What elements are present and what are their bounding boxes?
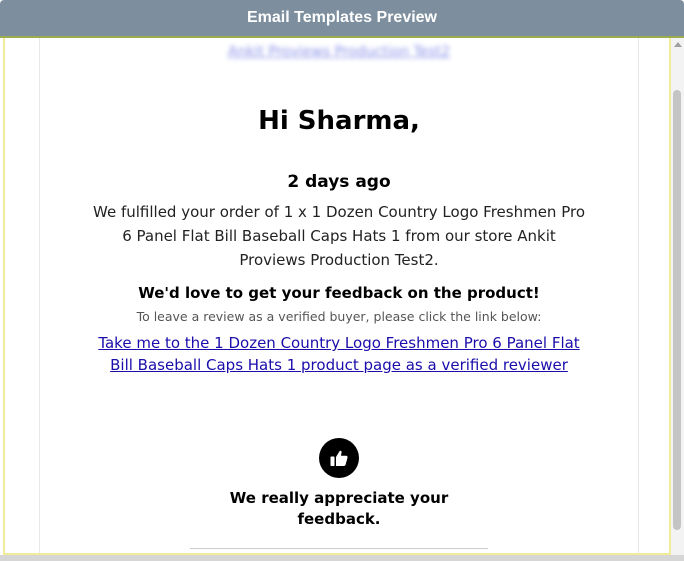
thumbs-up-glyph bbox=[330, 450, 348, 466]
email-body-column: Ankit Proviews Production Test2 Hi Sharm… bbox=[39, 38, 639, 553]
appreciation-message: We really appreciate your feedback. bbox=[229, 489, 449, 528]
review-instruction: To leave a review as a verified buyer, p… bbox=[136, 309, 542, 324]
product-review-link[interactable]: Take me to the 1 Dozen Country Logo Fres… bbox=[90, 332, 588, 376]
email-preview-viewport: Ankit Proviews Production Test2 Hi Sharm… bbox=[3, 38, 671, 555]
window-title: Email Templates Preview bbox=[0, 0, 684, 38]
order-message: We fulfilled your order of 1 x 1 Dozen C… bbox=[93, 203, 585, 269]
email-preview-window: Email Templates Preview Ankit Proviews P… bbox=[0, 0, 684, 561]
vertical-scrollbar[interactable] bbox=[671, 38, 684, 555]
scrollbar-thumb[interactable] bbox=[673, 90, 681, 530]
window-bottom-edge bbox=[0, 555, 684, 561]
time-ago-label: 2 days ago bbox=[287, 172, 391, 192]
scroll-up-arrow-icon[interactable] bbox=[674, 42, 682, 47]
greeting-heading: Hi Sharma, bbox=[258, 106, 420, 136]
thumbs-up-icon bbox=[319, 438, 359, 478]
feedback-heading: We'd love to get your feedback on the pr… bbox=[138, 284, 540, 302]
footer-divider bbox=[190, 548, 488, 549]
store-name-link[interactable]: Ankit Proviews Production Test2 bbox=[40, 44, 638, 60]
